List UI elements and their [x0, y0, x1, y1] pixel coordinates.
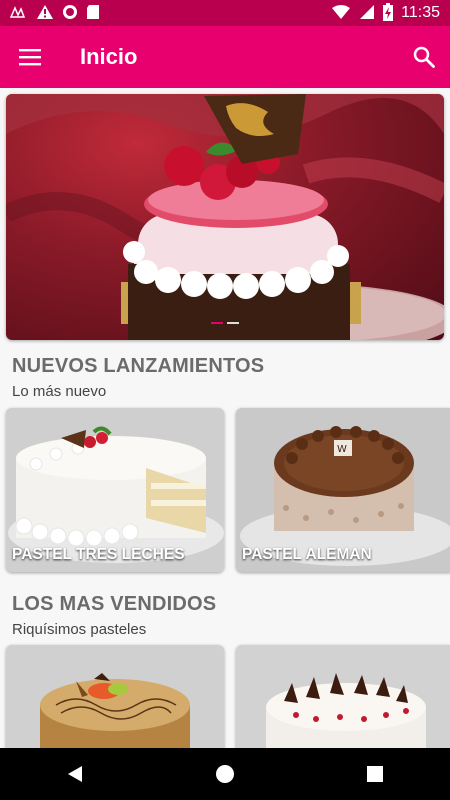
svg-text:W: W [337, 444, 347, 455]
signal-icon [359, 4, 375, 23]
hero-cake-image [6, 94, 444, 340]
app-bar: Inicio [0, 26, 450, 88]
status-right-icons: 11:35 [331, 2, 440, 24]
warning-icon [36, 4, 54, 23]
section-title-new: NUEVOS LANZAMIENTOS [12, 355, 265, 377]
home-button[interactable] [195, 748, 255, 800]
best-seller-cake-image [6, 645, 224, 755]
menu-button[interactable] [0, 26, 60, 88]
sd-card-icon [86, 4, 100, 23]
section-subtitle-best: Riquísimos pasteles [12, 621, 147, 638]
back-button[interactable] [45, 748, 105, 800]
product-card-tres-leches[interactable]: PASTEL TRES LECHES [6, 408, 224, 572]
product-card-best-2[interactable] [236, 645, 450, 755]
section-title-best: LOS MAS VENDIDOS [12, 593, 217, 615]
status-left-icons [9, 4, 100, 23]
carousel-dot[interactable] [227, 322, 239, 324]
product-card-best-1[interactable] [6, 645, 224, 755]
product-card-aleman[interactable]: W PASTEL ALEMAN [236, 408, 450, 572]
status-time: 11:35 [401, 4, 440, 21]
best-seller-cake-image [236, 645, 450, 755]
recents-icon [367, 766, 383, 782]
search-icon [413, 46, 435, 68]
notification-icon [9, 5, 28, 22]
menu-icon [19, 49, 41, 66]
battery-charging-icon [383, 2, 394, 24]
system-nav-bar [0, 748, 450, 800]
wifi-icon [331, 4, 351, 23]
home-icon [216, 765, 234, 783]
recents-button[interactable] [345, 748, 405, 800]
section-subtitle-new: Lo más nuevo [12, 383, 107, 400]
record-icon [62, 4, 78, 23]
product-label: PASTEL TRES LECHES [12, 546, 185, 563]
hero-banner[interactable] [6, 94, 444, 340]
product-label: PASTEL ALEMAN [242, 546, 372, 563]
search-button[interactable] [398, 26, 450, 88]
back-icon [68, 766, 82, 782]
status-bar: 11:35 [0, 0, 450, 26]
carousel-dot-active[interactable] [211, 322, 223, 324]
carousel-indicators [211, 322, 239, 324]
page-title: Inicio [80, 44, 138, 69]
